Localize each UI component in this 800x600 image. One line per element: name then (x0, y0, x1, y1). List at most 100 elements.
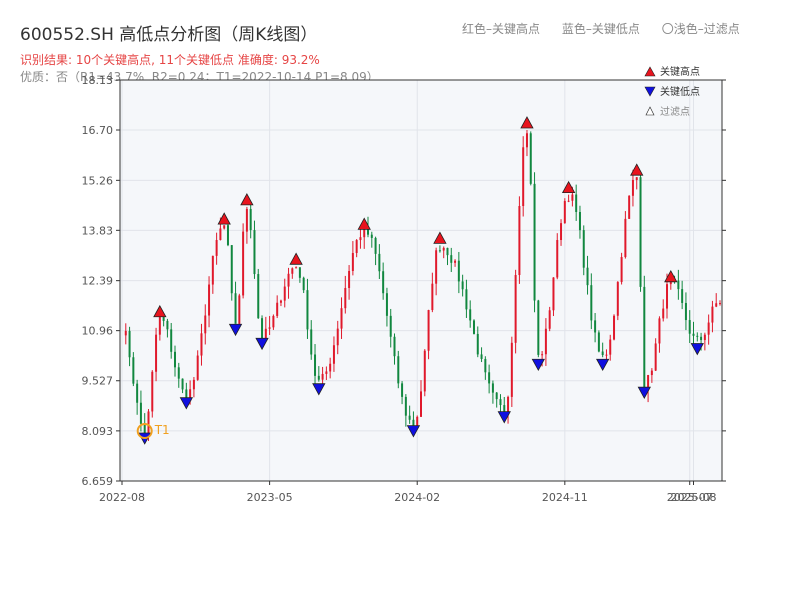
candle-body (283, 286, 286, 301)
candle-body (461, 281, 464, 290)
candle-body (155, 334, 158, 372)
candle-body (317, 375, 320, 380)
candle-body (393, 336, 396, 357)
y-tick-label: 12.39 (82, 275, 114, 288)
candle-body (597, 332, 600, 352)
candle-body (200, 333, 203, 356)
candle-body (684, 302, 687, 321)
candle-body (302, 277, 305, 291)
candle-body (601, 351, 604, 356)
candle-body (242, 231, 245, 296)
candle-body (370, 234, 373, 238)
candle-body (136, 383, 139, 403)
candle-body (223, 225, 226, 229)
candle-body (139, 402, 142, 424)
candle-body (249, 208, 252, 231)
candle-body (344, 288, 347, 309)
candle-body (650, 370, 653, 376)
candle-body (162, 316, 165, 321)
candle-body (215, 240, 218, 256)
candle-body (586, 267, 589, 286)
candle-body (533, 183, 536, 301)
candle-body (711, 306, 714, 323)
candle-body (484, 358, 487, 373)
candle-body (196, 355, 199, 380)
candle-body (681, 289, 684, 303)
candle-body (298, 267, 301, 278)
candle-body (469, 309, 472, 321)
candle-body (620, 257, 623, 283)
legend-filtered-label: 过滤点 (660, 105, 690, 118)
candle-body (151, 371, 154, 412)
candle-body (707, 322, 710, 335)
candle-body (173, 351, 176, 368)
candle-body (658, 318, 661, 344)
candle-body (507, 396, 510, 413)
x-tick-label: 2024-11 (542, 491, 588, 504)
candle-body (306, 290, 309, 330)
candle-body (348, 270, 351, 289)
candle-body (427, 310, 430, 351)
candle-body (268, 327, 271, 329)
candle-body (211, 255, 214, 285)
candle-body (389, 315, 392, 337)
candle-body (696, 335, 699, 337)
x-tick-label: 2023-05 (247, 491, 293, 504)
candle-body (662, 308, 665, 319)
candle-body (431, 283, 434, 311)
candle-body (291, 268, 294, 274)
candle-body (397, 356, 400, 384)
candle-body (382, 271, 385, 294)
candle-body (355, 240, 358, 253)
candle-body (571, 194, 574, 201)
candle-body (401, 383, 404, 397)
candle-body (245, 208, 248, 232)
candle-body (666, 284, 669, 309)
candle-body (715, 303, 718, 307)
candle-body (514, 275, 517, 343)
candle-body (177, 367, 180, 379)
candle-body (423, 350, 426, 392)
candle-body (276, 302, 279, 316)
candle-body (412, 419, 415, 426)
candle-body (264, 328, 267, 339)
legend-high-marker (644, 66, 656, 77)
candle-body (575, 194, 578, 213)
candle-body (450, 255, 453, 263)
candle-body (226, 225, 229, 246)
candle-body (635, 177, 638, 180)
candle-body (541, 354, 544, 356)
candle-body (257, 274, 260, 319)
candle-body (340, 308, 343, 329)
candle-body (253, 230, 256, 275)
candle-body (643, 286, 646, 390)
candle-body (332, 345, 335, 364)
candle-body (329, 363, 332, 372)
candle-body (158, 316, 161, 335)
candle-body (491, 383, 494, 393)
candle-body (560, 223, 563, 241)
candle-body (310, 329, 313, 355)
candle-body (435, 250, 438, 284)
candle-body (385, 293, 388, 316)
candle-body (590, 285, 593, 321)
candle-body (404, 396, 407, 416)
candle-body (336, 328, 339, 346)
x-tick-label: 2025-08 (671, 491, 717, 504)
candle-body (279, 300, 282, 303)
candle-body (692, 333, 695, 336)
candle-body (204, 315, 207, 334)
candle-body (578, 212, 581, 231)
candle-body (522, 147, 525, 207)
candle-body (181, 378, 184, 390)
candle-body (472, 320, 475, 334)
candle-body (616, 282, 619, 316)
candle-body (488, 372, 491, 384)
candle-body (219, 228, 222, 241)
x-tick-label: 2024-02 (394, 491, 440, 504)
legend-low-label: 关键低点 (660, 85, 700, 98)
candle-body (639, 177, 642, 287)
candle-body (495, 392, 498, 400)
candle-body (147, 411, 150, 434)
candle-body (325, 371, 328, 374)
